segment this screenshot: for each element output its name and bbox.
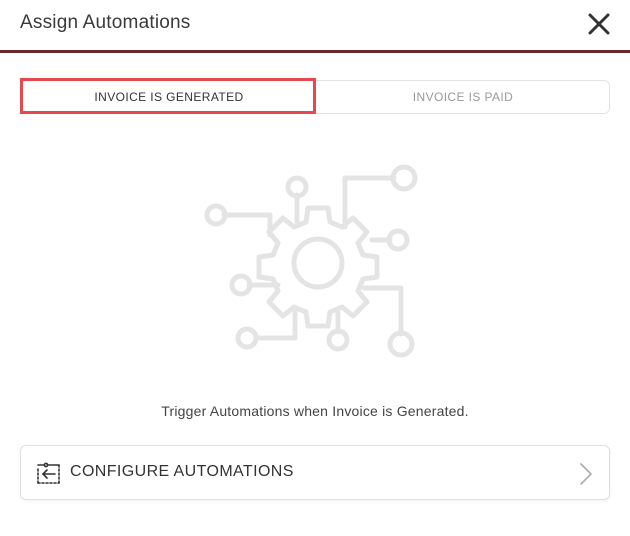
tab-invoice-paid[interactable]: INVOICE IS PAID	[317, 81, 609, 113]
configure-automations-label: CONFIGURE AUTOMATIONS	[70, 463, 294, 480]
trigger-message: Trigger Automations when Invoice is Gene…	[161, 403, 469, 419]
tab-invoice-generated[interactable]: INVOICE IS GENERATED	[21, 81, 317, 113]
configure-automation-icon	[37, 462, 60, 484]
automation-gear-circuit-icon	[204, 164, 418, 358]
configure-automations-button[interactable]: CONFIGURE AUTOMATIONS	[20, 445, 610, 500]
close-icon	[588, 13, 610, 35]
header-divider	[0, 50, 630, 53]
close-button[interactable]	[586, 11, 612, 37]
dialog-header: Assign Automations	[0, 0, 630, 50]
chevron-right-icon	[580, 463, 592, 485]
dialog-title: Assign Automations	[20, 12, 191, 33]
trigger-tabs: INVOICE IS GENERATED INVOICE IS PAID	[20, 80, 610, 114]
